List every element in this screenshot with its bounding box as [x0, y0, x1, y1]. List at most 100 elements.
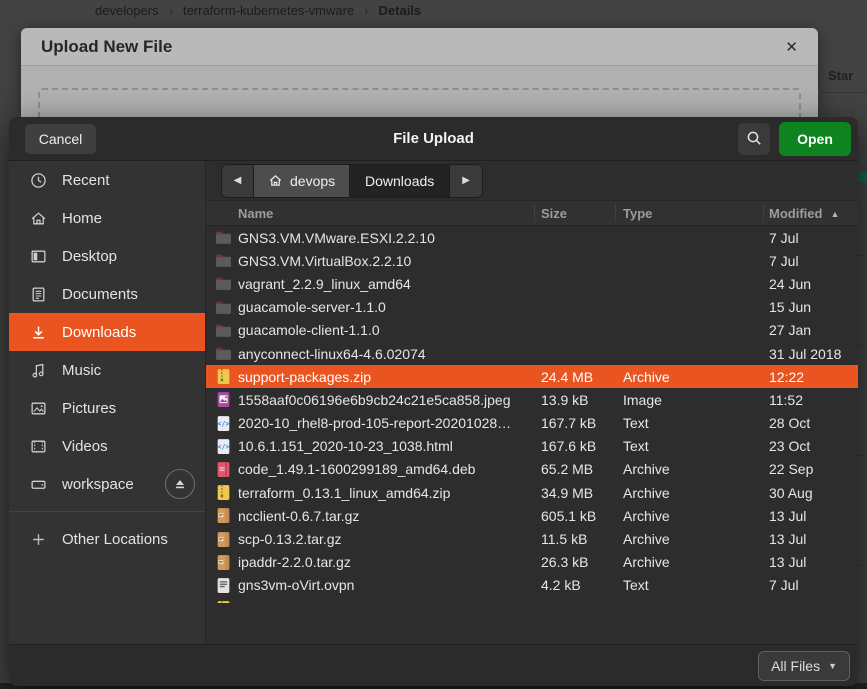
file-name: 2020-10_rhel8-prod-105-report-20201028…: [238, 415, 533, 431]
file-row[interactable]: ipaddr-2.2.0.tar.gz26.3 kBArchive13 Jul: [206, 551, 858, 574]
file-modified: 31 Jul 2018: [769, 346, 857, 362]
file-row[interactable]: 1558aaf0c06196e6b9cb24c21e5ca858.jpeg 13.…: [206, 388, 858, 411]
file-size: 167.6 kB: [541, 438, 619, 454]
file-row[interactable]: anyconnect-linux64-4.6.02074 31 Jul 2018: [206, 342, 858, 365]
path-bar: ◀ devops Downloads ▶: [206, 161, 858, 200]
pictures-icon: [29, 399, 47, 417]
file-list: GNS3.VM.VMware.ESXI.2.2.107 JulGNS3.VM.V…: [206, 226, 858, 603]
sort-ascending-icon: ▲: [830, 209, 839, 219]
file-name: code_1.49.1-1600299189_amd64.deb: [238, 461, 533, 477]
search-icon: [746, 130, 763, 147]
path-segment-label: Downloads: [365, 173, 434, 189]
file-modified: 13 Jul: [769, 508, 857, 524]
file-name: 1558aaf0c06196e6b9cb24c21e5ca858.jpeg: [238, 392, 533, 408]
open-button[interactable]: Open: [779, 122, 851, 156]
file-row[interactable]: vagrant_2.2.9_linux_amd6424 Jun: [206, 272, 858, 295]
file-size: 560.8 MB: [541, 601, 619, 603]
path-forward-button[interactable]: ▶: [450, 165, 482, 197]
column-header-size[interactable]: Size: [541, 206, 567, 221]
upload-modal-header: Upload New File ✕: [21, 28, 818, 66]
file-row[interactable]: </> 2020-10_rhel8-prod-105-report-2020102…: [206, 412, 858, 435]
file-size: 24.4 MB: [541, 369, 619, 385]
music-icon: [29, 361, 47, 379]
path-back-button[interactable]: ◀: [222, 165, 254, 197]
file-row[interactable]: gns3vm-oVirt.ovpn4.2 kBText7 Jul: [206, 574, 858, 597]
file-modified: 23 Oct: [769, 438, 857, 454]
home-icon: [29, 209, 47, 227]
folder-file-icon: [215, 229, 232, 246]
code-file-icon: </>: [215, 438, 232, 455]
file-row[interactable]: GNS3.VM.VirtualBox.2.2.107 Jul: [206, 249, 858, 272]
path-segment-downloads[interactable]: Downloads: [350, 165, 450, 197]
file-size: 4.2 kB: [541, 577, 619, 593]
sidebar-item-label: Videos: [62, 438, 108, 455]
close-icon[interactable]: ✕: [785, 38, 798, 56]
folder-file-icon: [215, 299, 232, 316]
deb-file-icon: [215, 461, 232, 478]
sidebar-item-recent[interactable]: Recent: [9, 161, 205, 199]
file-row[interactable]: GNS3.VM.VMware.ESXI.2.2.107 Jul: [206, 226, 858, 249]
eject-button[interactable]: [165, 469, 195, 499]
file-row[interactable]: </>10.6.1.151_2020-10-23_1038.html167.6 …: [206, 435, 858, 458]
sidebar-item-label: Desktop: [62, 248, 117, 265]
dialog-header-bar: File Upload Cancel Open: [9, 117, 858, 161]
column-header-modified[interactable]: Modified ▲: [769, 206, 839, 221]
file-row[interactable]: guacamole-client-1.1.027 Jan: [206, 319, 858, 342]
sidebar-item-home[interactable]: Home: [9, 199, 205, 237]
screen: developers › terraform-kubernetes-vmware…: [0, 0, 867, 689]
file-modified: 15 Jun: [769, 299, 857, 315]
file-name: guacamole-client-1.1.0: [238, 322, 533, 338]
column-header-type[interactable]: Type: [623, 206, 652, 221]
file-row[interactable]: terraform_0.13.1_linux_amd64.zip34.9 MBA…: [206, 481, 858, 504]
file-type: Archive: [623, 461, 743, 477]
chevron-down-icon: ▼: [828, 661, 837, 671]
file-row[interactable]: code_1.49.1-1600299189_amd64.deb 65.2 MBA…: [206, 458, 858, 481]
file-name: GNS3.VM.VMware.ESXI.2.2.10.zip: [238, 601, 533, 603]
file-type: Archive: [623, 601, 743, 603]
home-icon: [268, 173, 283, 188]
sidebar-item-desktop[interactable]: Desktop: [9, 237, 205, 275]
sidebar-item-other-locations[interactable]: Other Locations: [9, 520, 205, 558]
breadcrumb-item-current: Details: [379, 3, 422, 18]
file-type: Archive: [623, 485, 743, 501]
sidebar-item-label: Documents: [62, 286, 138, 303]
breadcrumb-separator: ›: [169, 3, 173, 18]
dialog-footer-bar: All Files ▼: [9, 644, 858, 686]
file-type-filter-dropdown[interactable]: All Files ▼: [758, 651, 850, 681]
file-dropzone[interactable]: [38, 88, 801, 117]
image-file-icon: [215, 391, 232, 408]
sidebar-item-label: Music: [62, 362, 101, 379]
file-size: 13.9 kB: [541, 392, 619, 408]
file-row[interactable]: GNS3.VM.VMware.ESXI.2.2.10.zip 560.8 MB Ar…: [206, 597, 858, 603]
svg-text:</>: </>: [218, 420, 230, 428]
dialog-title: File Upload: [9, 130, 858, 147]
file-modified: 7 Jul: [769, 601, 857, 603]
file-row[interactable]: guacamole-server-1.1.015 Jun: [206, 296, 858, 319]
file-size: 65.2 MB: [541, 461, 619, 477]
file-row[interactable]: support-packages.zip24.4 MBArchive12:22: [206, 365, 858, 388]
file-row[interactable]: scp-0.13.2.tar.gz11.5 kBArchive13 Jul: [206, 527, 858, 550]
file-type: Archive: [623, 554, 743, 570]
sidebar-item-music[interactable]: Music: [9, 351, 205, 389]
search-button[interactable]: [737, 122, 771, 156]
file-type: Archive: [623, 508, 743, 524]
column-header-name[interactable]: Name: [238, 206, 273, 221]
cancel-button[interactable]: Cancel: [24, 123, 97, 155]
file-modified: 13 Jul: [769, 531, 857, 547]
page-star-column-header: Star: [828, 68, 853, 83]
file-name: anyconnect-linux64-4.6.02074: [238, 346, 533, 362]
sidebar-item-documents[interactable]: Documents: [9, 275, 205, 313]
path-button-group: ◀ devops Downloads ▶: [221, 164, 483, 198]
zip-file-icon: [215, 600, 232, 603]
desktop-icon: [29, 247, 47, 265]
breadcrumb-separator: ›: [364, 3, 368, 18]
sidebar-item-videos[interactable]: Videos: [9, 427, 205, 465]
path-segment-home[interactable]: devops: [254, 165, 350, 197]
sidebar-item-workspace[interactable]: workspace: [9, 465, 205, 503]
tar-file-icon: [215, 507, 232, 524]
recent-icon: [29, 171, 47, 189]
sidebar-item-downloads[interactable]: Downloads: [9, 313, 205, 351]
sidebar-item-pictures[interactable]: Pictures: [9, 389, 205, 427]
file-row[interactable]: ncclient-0.6.7.tar.gz605.1 kBArchive13 J…: [206, 504, 858, 527]
path-segment-label: devops: [290, 173, 335, 189]
